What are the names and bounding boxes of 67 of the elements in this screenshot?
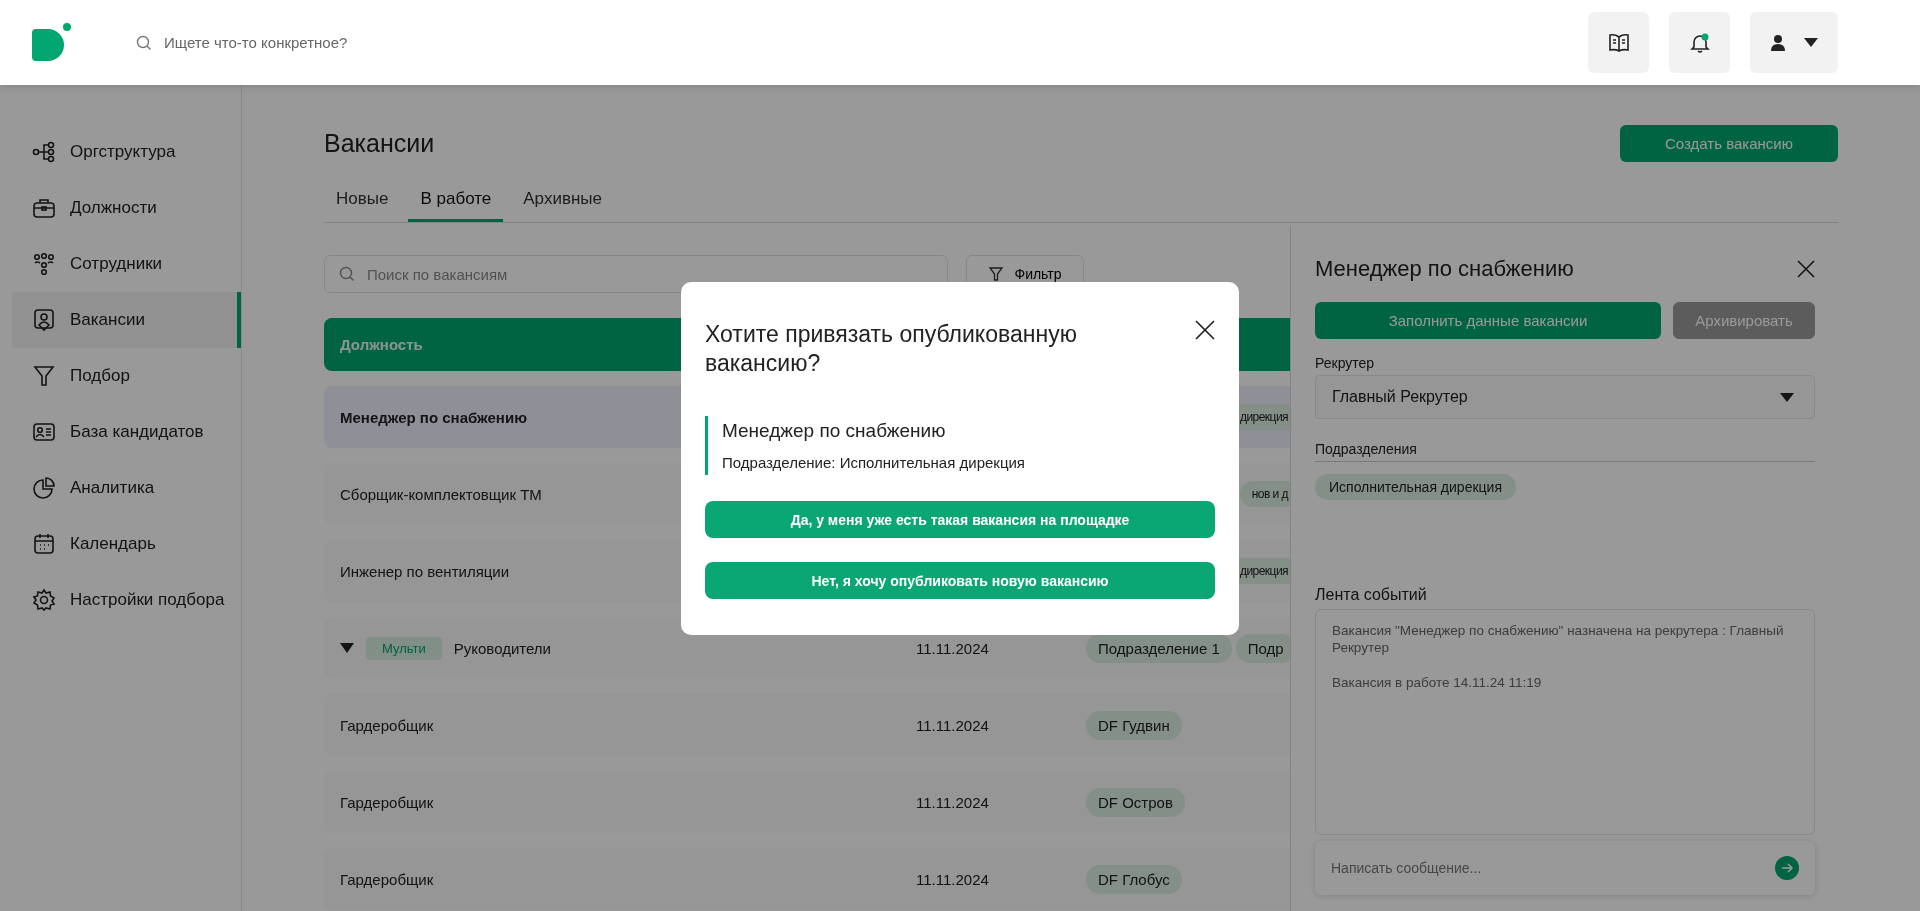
section-title: Лента событий [1315, 586, 1428, 604]
position-name: Инженер по вентиляции [340, 562, 510, 580]
book-icon [1607, 32, 1630, 53]
position-name: Гардеробщик [340, 716, 434, 734]
department-tag: DF Глобус [1086, 864, 1182, 894]
user-menu-button[interactable] [1750, 12, 1838, 73]
briefcase-icon [32, 196, 56, 220]
sidebar-item[interactable]: Настройки подбора [12, 572, 241, 628]
caret-icon [1780, 392, 1794, 402]
funnel-icon [988, 266, 1005, 282]
field-label: Подразделения [1315, 441, 1815, 462]
notifications-button[interactable] [1669, 12, 1730, 73]
calendar-icon [32, 532, 56, 556]
position-name: Сборщик-комплектовщик ТМ [340, 485, 542, 503]
logo-icon[interactable] [30, 22, 72, 63]
sidebar-item[interactable]: Должности [12, 180, 241, 236]
field-label: Рекрутер [1315, 355, 1376, 371]
multi-badge: Мульти [366, 636, 442, 660]
tab[interactable]: Новые [324, 181, 401, 222]
position-name: Руководители [453, 639, 551, 657]
sidebar-item[interactable]: База кандидатов [12, 404, 241, 460]
pie-chart-icon [32, 476, 56, 500]
tab[interactable]: Архивные [511, 181, 614, 222]
sidebar-item[interactable]: Подбор [12, 348, 241, 404]
bell-icon [1688, 31, 1711, 54]
event-text: Вакансия "Менеджер по снабжению" назначена на рекрутера : Главный Рекрутер [1332, 622, 1785, 656]
settings-icon [32, 588, 56, 612]
position-name: Менеджер по снабжению [340, 408, 527, 426]
date-text: 11.11.2024 [916, 716, 989, 734]
vacancy-detail: Подразделение: Исполнительная дирекция [722, 454, 1026, 471]
department-tag: DF Остров [1086, 787, 1185, 817]
vacancy-search-field[interactable]: Поиск по вакансиям [324, 255, 948, 293]
send-icon[interactable] [1775, 856, 1799, 880]
search-icon [339, 266, 355, 282]
user-icon [1770, 33, 1786, 52]
column-header: Должность [340, 336, 423, 353]
sidebar-item[interactable]: Календарь [12, 516, 241, 572]
search-icon [136, 34, 152, 51]
department-tag: Подразделение 1 [1086, 633, 1232, 663]
sidebar-item[interactable]: Вакансии [12, 292, 241, 348]
vacancy-title: Менеджер по снабжению [722, 420, 947, 442]
people-icon [32, 252, 56, 276]
position-name: Гардеробщик [340, 870, 434, 888]
position-name: Гардеробщик [340, 793, 434, 811]
search-field[interactable]: Ищете что-то конкретное? [162, 33, 566, 52]
sidebar-item[interactable]: Сотрудники [12, 236, 241, 292]
department-tag: DF Гудвин [1086, 710, 1182, 740]
org-chart-icon [32, 140, 56, 164]
recruiter-select[interactable]: Главный Рекрутер [1315, 375, 1815, 419]
page-title: Вакансии [324, 129, 435, 158]
dialog-title: Хотите привязать опубликованную вакансию? [705, 320, 1078, 378]
id-card-icon [32, 420, 56, 444]
sidebar-item[interactable]: Аналитика [12, 460, 241, 516]
funnel-icon [32, 364, 56, 388]
caret-icon [1804, 38, 1818, 47]
date-text: 11.11.2024 [916, 870, 989, 888]
panel-title: Менеджер по снабжению [1315, 256, 1574, 282]
close-icon[interactable] [1195, 320, 1215, 340]
sidebar-item[interactable]: Оргструктура [12, 124, 241, 180]
badge-icon [32, 308, 56, 332]
book-button[interactable] [1588, 12, 1649, 73]
date-text: 11.11.2024 [916, 639, 989, 657]
caret-icon [340, 643, 354, 653]
department-tag: Исполнительная дирекция [1315, 474, 1516, 500]
tab[interactable]: В работе [408, 181, 504, 222]
close-icon[interactable] [1797, 260, 1815, 278]
date-text: 11.11.2024 [916, 793, 989, 811]
